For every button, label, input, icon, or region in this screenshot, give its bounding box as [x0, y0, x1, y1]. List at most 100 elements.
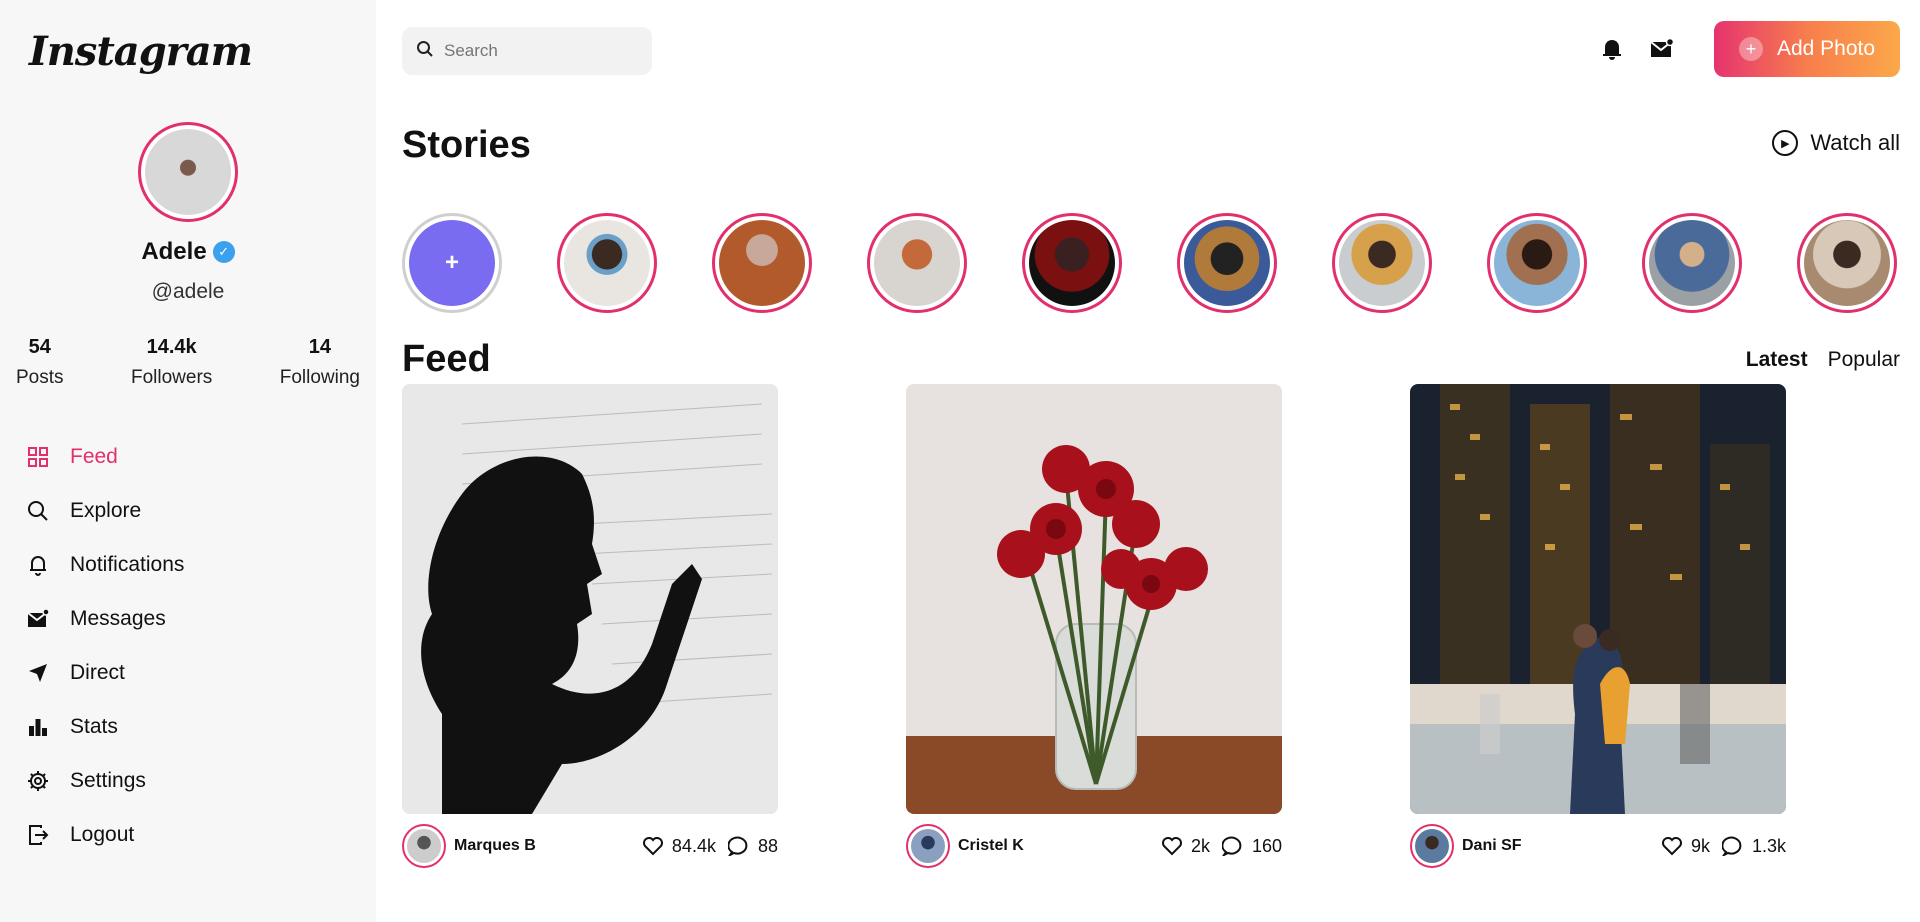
stat-posts[interactable]: 54 Posts [16, 336, 64, 389]
author-avatar [906, 824, 950, 868]
sidebar-item-logout[interactable]: Logout [26, 808, 184, 862]
tab-popular[interactable]: Popular [1828, 348, 1900, 372]
like-button[interactable]: 84.4k [642, 836, 716, 857]
post-meta: Cristel K 2k 160 [906, 824, 1282, 868]
sidebar-item-label: Explore [70, 499, 142, 522]
author-avatar [402, 824, 446, 868]
stat-label: Followers [130, 367, 213, 388]
story-avatar [1494, 220, 1580, 306]
post-card: Dani SF 9k 1.3k [1410, 384, 1786, 868]
sidebar-item-settings[interactable]: Settings [26, 754, 184, 808]
post-reactions: 84.4k 88 [642, 836, 778, 857]
story-item[interactable] [557, 213, 657, 313]
story-item[interactable] [1487, 213, 1587, 313]
post-author[interactable]: Dani SF [1410, 824, 1522, 868]
comment-count: 1.3k [1751, 835, 1786, 856]
story-avatar [1029, 220, 1115, 306]
sidebar-item-label: Logout [70, 823, 135, 846]
sidebar: Instagram Adele ✓ @adele 54 Posts 14.4k … [0, 0, 376, 922]
story-avatar [719, 220, 805, 306]
stories-row: + [402, 213, 1897, 313]
story-item[interactable] [867, 213, 967, 313]
profile-avatar[interactable] [138, 122, 238, 222]
sidebar-item-notifications[interactable]: Notifications [26, 538, 184, 592]
post-author[interactable]: Cristel K [906, 824, 1024, 868]
post-image[interactable] [402, 384, 778, 814]
sidebar-nav: Feed Explore Notifications Messages Dire… [26, 430, 184, 862]
sidebar-item-stats[interactable]: Stats [26, 700, 184, 754]
avatar [911, 829, 945, 863]
profile-name-row: Adele ✓ [0, 238, 376, 266]
post-card: Cristel K 2k 160 [906, 384, 1282, 868]
sidebar-item-feed[interactable]: Feed [26, 430, 184, 484]
comment-button[interactable]: 160 [1221, 836, 1282, 857]
search-bar[interactable] [402, 27, 652, 75]
mail-icon[interactable] [1648, 35, 1676, 63]
sidebar-item-messages[interactable]: Messages [26, 592, 184, 646]
story-item[interactable] [1177, 213, 1277, 313]
stat-value: 14.4k [146, 336, 197, 358]
post-image[interactable] [906, 384, 1282, 814]
plus-circle-icon: + [1738, 37, 1763, 61]
story-avatar [874, 220, 960, 306]
profile-card: Adele ✓ @adele [0, 122, 376, 304]
search-icon [26, 499, 50, 523]
logout-icon [26, 823, 50, 847]
story-item[interactable] [1022, 213, 1122, 313]
bar-chart-icon [26, 715, 50, 739]
story-item[interactable] [1332, 213, 1432, 313]
comment-icon [1721, 836, 1742, 856]
post-reactions: 2k 160 [1161, 836, 1282, 857]
play-icon: ▶ [1772, 130, 1799, 156]
add-story-plus: + [409, 220, 495, 306]
story-item[interactable] [1642, 213, 1742, 313]
sidebar-item-label: Settings [70, 769, 146, 792]
comment-icon [727, 836, 748, 856]
add-photo-label: Add Photo [1776, 37, 1876, 60]
watch-all-button[interactable]: ▶ Watch all [1772, 130, 1900, 156]
story-item[interactable] [1797, 213, 1897, 313]
bell-icon [26, 553, 50, 577]
grid-icon [26, 445, 50, 469]
like-count: 84.4k [671, 835, 716, 856]
stat-following[interactable]: 14 Following [280, 336, 360, 389]
story-avatar [1339, 220, 1425, 306]
comment-icon [1221, 836, 1242, 856]
like-button[interactable]: 2k [1161, 836, 1210, 857]
post-meta: Marques B 84.4k 88 [402, 824, 778, 868]
instagram-logo[interactable]: Instagram [29, 28, 376, 75]
tab-latest[interactable]: Latest [1746, 348, 1808, 372]
story-avatar [564, 220, 650, 306]
stat-followers[interactable]: 14.4k Followers [131, 336, 212, 389]
sidebar-item-label: Notifications [70, 553, 185, 576]
search-input[interactable] [444, 41, 634, 61]
like-button[interactable]: 9k [1661, 836, 1710, 857]
story-avatar [1184, 220, 1270, 306]
avatar [407, 829, 441, 863]
heart-icon [1161, 837, 1182, 856]
profile-handle: @adele [151, 280, 225, 303]
stat-label: Following [279, 367, 360, 388]
comment-button[interactable]: 88 [727, 835, 778, 857]
post-author[interactable]: Marques B [402, 824, 536, 868]
avatar [1415, 829, 1449, 863]
sidebar-item-label: Stats [70, 715, 118, 738]
feed-tabs: Latest Popular [1746, 348, 1900, 372]
story-item[interactable] [712, 213, 812, 313]
sidebar-item-explore[interactable]: Explore [26, 484, 184, 538]
add-photo-button[interactable]: + Add Photo [1714, 21, 1900, 77]
sidebar-item-direct[interactable]: Direct [26, 646, 184, 700]
header-actions: + Add Photo [1598, 21, 1900, 77]
stories-title: Stories [402, 124, 531, 166]
story-avatar [1804, 220, 1890, 306]
bell-icon[interactable] [1598, 35, 1626, 63]
heart-icon [642, 837, 663, 856]
like-count: 2k [1190, 835, 1210, 856]
feed-title: Feed [402, 338, 491, 380]
post-image[interactable] [1410, 384, 1786, 814]
comment-count: 88 [757, 835, 778, 856]
comment-button[interactable]: 1.3k [1721, 835, 1786, 857]
add-story-button[interactable]: + [402, 213, 502, 313]
watch-all-label: Watch all [1810, 130, 1900, 155]
author-name: Marques B [454, 837, 536, 854]
